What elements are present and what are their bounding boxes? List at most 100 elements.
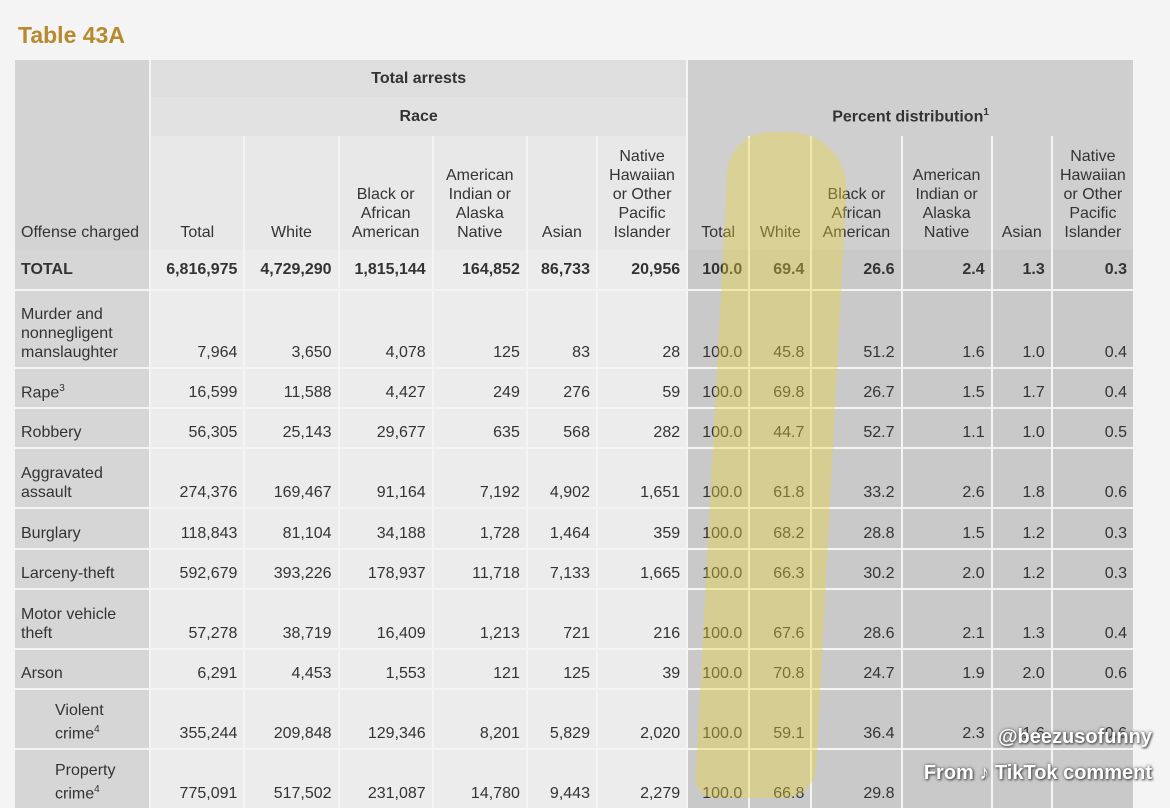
percent-cell: 1.3	[992, 590, 1051, 648]
count-cell: 8,201	[433, 690, 526, 748]
percent-cell: 68.2	[750, 509, 811, 548]
col-white: White	[245, 136, 338, 250]
table-row: Aggravated assault 274,376 169,467 91,164 7,…	[15, 449, 1133, 507]
percent-cell: 1.0	[992, 291, 1051, 367]
percent-cell: 24.7	[812, 650, 901, 688]
percent-cell: 69.4	[750, 250, 811, 289]
table-row: Murder and nonnegligent manslaughter 7,96…	[15, 291, 1133, 367]
offense-cell: Burglary	[15, 509, 150, 548]
count-cell: 39	[597, 650, 687, 688]
count-cell: 7,964	[151, 291, 244, 367]
offense-label: TOTAL	[21, 261, 73, 278]
table-row: Larceny-theft 592,679 393,226 178,937 11,718…	[15, 550, 1133, 588]
table-row: Robbery 56,305 25,143 29,677 635 568 282 100.0 4…	[15, 409, 1133, 447]
count-cell: 6,816,975	[151, 250, 244, 289]
offense-label: Motor vehicle theft	[21, 606, 117, 642]
percent-cell: 0.4	[1052, 590, 1133, 648]
percent-cell: 2.4	[902, 250, 991, 289]
percent-cell: 100.0	[688, 409, 749, 447]
count-cell: 129,346	[339, 690, 432, 748]
count-cell: 81,104	[245, 509, 338, 548]
offense-charged-header: Offense charged	[15, 60, 150, 250]
count-cell: 4,427	[339, 369, 432, 407]
col-aian: American Indian or Alaska Native	[433, 136, 526, 250]
count-cell: 11,718	[433, 550, 526, 588]
offense-cell: Property crime4	[15, 750, 150, 808]
count-cell: 1,665	[597, 550, 687, 588]
percent-cell: 26.7	[812, 369, 901, 407]
offense-label: Robbery	[21, 424, 82, 441]
count-cell: 83	[527, 291, 596, 367]
percent-cell: 0.6	[1052, 449, 1133, 507]
percent-cell: 1.6	[902, 291, 991, 367]
table-row: Violent crime4 355,244 209,848 129,346 8,201…	[15, 690, 1133, 748]
count-cell: 1,815,144	[339, 250, 432, 289]
percent-cell: 100.0	[688, 509, 749, 548]
race-header: Race	[151, 97, 687, 136]
percent-cell: 70.8	[750, 650, 811, 688]
count-cell: 231,087	[339, 750, 432, 808]
percent-cell: 100.0	[688, 650, 749, 688]
percent-cell: 0.6	[1052, 650, 1133, 688]
offense-cell: Murder and nonnegligent manslaughter	[15, 291, 150, 367]
pct-col-black: Black or African American	[812, 136, 901, 250]
pct-col-asian: Asian	[992, 136, 1051, 250]
count-cell: 1,728	[433, 509, 526, 548]
offense-label: Murder and nonnegligent manslaughter	[21, 306, 118, 361]
percent-cell: 67.6	[750, 590, 811, 648]
table-title: Table 43A	[18, 22, 125, 48]
count-cell: 355,244	[151, 690, 244, 748]
percent-distribution-header: Percent distribution1	[688, 60, 1133, 136]
count-cell: 2,020	[597, 690, 687, 748]
count-cell: 178,937	[339, 550, 432, 588]
percent-cell: 2.3	[902, 690, 991, 748]
percent-cell: 100.0	[688, 291, 749, 367]
percent-cell: 2.1	[902, 590, 991, 648]
percent-cell: 0.5	[1052, 409, 1133, 447]
percent-cell: 2.0	[902, 550, 991, 588]
count-cell: 38,719	[245, 590, 338, 648]
percent-cell: 28.8	[812, 509, 901, 548]
percent-cell: 28.6	[812, 590, 901, 648]
col-total: Total	[151, 136, 244, 250]
offense-cell: TOTAL	[15, 250, 150, 289]
offense-label: Larceny-theft	[21, 565, 115, 582]
count-cell: 20,956	[597, 250, 687, 289]
percent-cell: 1.5	[902, 509, 991, 548]
percent-cell: 1.0	[992, 409, 1051, 447]
percent-cell: 100.0	[688, 550, 749, 588]
percent-cell: 0.4	[1052, 291, 1133, 367]
pct-col-total: Total	[688, 136, 749, 250]
count-cell: 721	[527, 590, 596, 648]
count-cell: 29,677	[339, 409, 432, 447]
percent-cell: 1.8	[992, 449, 1051, 507]
percent-cell: 0.4	[1052, 369, 1133, 407]
count-cell: 1,651	[597, 449, 687, 507]
count-cell: 59	[597, 369, 687, 407]
percent-cell: 1.7	[992, 369, 1051, 407]
percent-cell: 66.3	[750, 550, 811, 588]
count-cell: 2,279	[597, 750, 687, 808]
table-row: Motor vehicle theft 57,278 38,719 16,409 1,2…	[15, 590, 1133, 648]
watermark-username: @beezusofunny	[998, 726, 1152, 748]
offense-cell: Violent crime4	[15, 690, 150, 748]
percent-cell: 33.2	[812, 449, 901, 507]
count-cell: 9,443	[527, 750, 596, 808]
watermark-source: From ♪ TikTok comment	[923, 762, 1152, 784]
percent-cell: 0.3	[1052, 550, 1133, 588]
count-cell: 517,502	[245, 750, 338, 808]
table-row: Burglary 118,843 81,104 34,188 1,728 1,464 359…	[15, 509, 1133, 548]
count-cell: 1,213	[433, 590, 526, 648]
table-body: TOTAL 6,816,975 4,729,290 1,815,144 164,852 8…	[15, 250, 1133, 808]
percent-cell: 1.2	[992, 550, 1051, 588]
percent-cell: 61.8	[750, 449, 811, 507]
total-arrests-header: Total arrests	[151, 60, 687, 97]
count-cell: 4,729,290	[245, 250, 338, 289]
percent-cell: 1.9	[902, 650, 991, 688]
count-cell: 775,091	[151, 750, 244, 808]
count-cell: 11,588	[245, 369, 338, 407]
offense-label: Aggravated assault	[21, 465, 103, 501]
offense-label: Arson	[21, 665, 63, 682]
count-cell: 121	[433, 650, 526, 688]
percent-cell: 100.0	[688, 590, 749, 648]
